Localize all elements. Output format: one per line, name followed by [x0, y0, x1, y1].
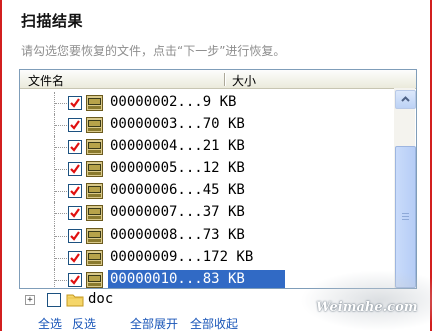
checkmark-icon: [70, 186, 80, 197]
folder-checkbox[interactable]: [47, 293, 61, 307]
scroll-up-button[interactable]: [395, 90, 416, 109]
file-row[interactable]: 00000008...73 KB: [20, 224, 392, 247]
jpg-file-icon: [86, 227, 103, 244]
jpg-file-icon: [86, 183, 103, 200]
tree-connector-horizontal: [55, 235, 67, 238]
checkmark-icon: [70, 164, 80, 174]
watermark-text: Weimahe.com: [316, 300, 418, 315]
invert-selection-link[interactable]: 反选: [72, 315, 96, 332]
tree-connector-horizontal: [55, 125, 67, 127]
file-row-text: 00000005...12 KB: [110, 160, 245, 177]
file-checkbox[interactable]: [68, 140, 82, 155]
scroll-thumb[interactable]: [395, 146, 416, 288]
tree-connector-horizontal: [55, 191, 67, 193]
file-checkbox[interactable]: [68, 96, 82, 110]
column-separator-highlight: [225, 73, 226, 86]
jpg-file-icon: [86, 117, 103, 134]
file-checkbox[interactable]: [68, 118, 82, 133]
tree-connector-horizontal: [55, 103, 67, 105]
column-header-size[interactable]: 大小: [232, 72, 256, 89]
file-row-text: 00000002...9 KB: [110, 94, 237, 110]
jpg-file-icon: [86, 161, 103, 178]
checkmark-icon: [70, 142, 80, 152]
checkmark-icon: [70, 98, 80, 108]
tree-connector-horizontal: [55, 257, 67, 260]
file-checkbox[interactable]: [68, 184, 82, 199]
jpg-file-icon: [86, 249, 103, 266]
file-checkbox[interactable]: [68, 162, 82, 177]
dialog-title: 扫描结果: [21, 12, 84, 30]
vertical-scrollbar[interactable]: [394, 88, 416, 288]
file-row-text: 00000010...83 KB: [108, 269, 285, 288]
file-row[interactable]: 00000009...172 KB: [20, 246, 392, 269]
thumb-grip-line: [402, 216, 409, 217]
checkmark-icon: [70, 230, 80, 241]
expand-all-link[interactable]: 全部展开: [130, 315, 178, 332]
file-row[interactable]: 00000006...45 KB: [20, 180, 392, 203]
list-header: 文件名 大小: [20, 70, 416, 89]
collapse-all-link[interactable]: 全部收起: [190, 315, 238, 332]
jpg-file-icon: [86, 271, 103, 288]
tree-connector-horizontal: [55, 169, 67, 171]
file-checkbox[interactable]: [68, 272, 82, 287]
checkmark-icon: [70, 275, 80, 285]
checkmark-icon: [70, 253, 80, 263]
column-header-name[interactable]: 文件名: [28, 72, 64, 89]
chevron-up-icon: [401, 96, 410, 102]
expand-icon[interactable]: +: [25, 295, 35, 305]
jpg-file-icon: [86, 139, 103, 156]
file-row-text: 00000003...70 KB: [110, 116, 245, 133]
file-row[interactable]: 00000002...9 KB: [20, 92, 392, 114]
tree-connector-horizontal: [55, 147, 67, 149]
thumb-grip-line: [402, 219, 409, 220]
file-checkbox[interactable]: [68, 250, 82, 265]
jpg-file-icon: [86, 95, 103, 111]
select-all-link[interactable]: 全选: [38, 315, 62, 332]
jpg-file-icon: [86, 205, 103, 222]
tree-connector-horizontal: [55, 213, 67, 215]
folder-row-doc[interactable]: + doc: [25, 291, 225, 309]
checkmark-icon: [70, 208, 80, 219]
file-row[interactable]: 00000004...21 KB: [20, 136, 392, 159]
thumb-grip-line: [402, 213, 409, 214]
file-row-text: 00000004...21 KB: [110, 138, 245, 155]
file-row-text: 00000008...73 KB: [110, 226, 245, 243]
folder-label: doc: [88, 291, 114, 307]
file-rows: 00000002...9 KB 00000003...70 KB 00000004.…: [20, 92, 392, 288]
file-checkbox[interactable]: [68, 206, 82, 221]
folder-icon: [66, 294, 84, 307]
file-row[interactable]: 00000003...70 KB: [20, 114, 392, 137]
file-row[interactable]: 00000007...37 KB: [20, 202, 392, 225]
file-tree-list[interactable]: 文件名 大小 00000002...9 KB 00000003...70 KB 00…: [19, 69, 417, 289]
file-row-text: 00000006...45 KB: [110, 182, 245, 199]
checkmark-icon: [70, 120, 80, 130]
file-row-text: 00000007...37 KB: [110, 204, 245, 221]
dialog-subtitle: 请勾选您要恢复的文件，点击“下一步”进行恢复。: [21, 44, 286, 58]
file-checkbox[interactable]: [68, 228, 82, 243]
frame-edge-left: [0, 0, 2, 331]
file-row-text: 00000009...172 KB: [110, 248, 254, 265]
tree-connector-horizontal: [55, 279, 67, 282]
file-row[interactable]: 00000005...12 KB: [20, 158, 392, 181]
